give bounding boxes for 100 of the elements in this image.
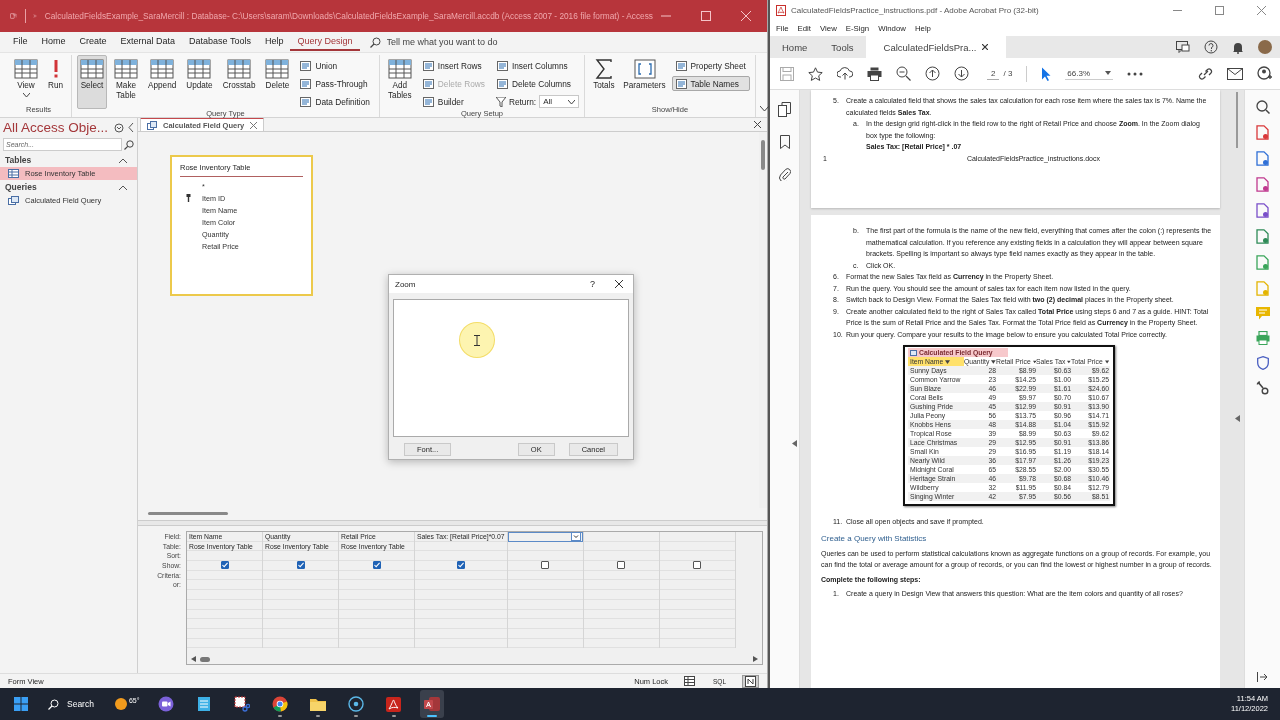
document-icon[interactable]	[1256, 125, 1269, 140]
ribbon-tab[interactable]: Database Tools	[182, 33, 258, 51]
show-checkbox[interactable]	[296, 561, 305, 570]
database-icon	[423, 696, 440, 712]
pages-icon[interactable]	[778, 102, 791, 117]
ribbon-button[interactable]: Select	[77, 55, 108, 109]
ribbon-tab[interactable]: Create	[72, 33, 114, 51]
shield-icon[interactable]	[1256, 356, 1269, 370]
scroll-thumb[interactable]	[200, 656, 210, 662]
ribbon-button[interactable]: Run	[45, 55, 67, 105]
star-icon[interactable]	[808, 66, 823, 81]
upload-icon[interactable]	[837, 67, 853, 80]
view-button[interactable]	[742, 674, 759, 688]
ribbon-tab[interactable]: Help	[257, 33, 291, 51]
arrow-right-icon[interactable]	[753, 656, 758, 662]
comment-icon[interactable]	[1176, 40, 1190, 54]
ribbon-button[interactable]: Update	[183, 55, 216, 109]
avatar[interactable]	[1258, 40, 1272, 54]
return-dropdown[interactable]: All	[539, 95, 580, 108]
arrow-up-icon[interactable]	[925, 66, 940, 81]
taskbar-app[interactable]	[419, 690, 444, 718]
show-checkbox[interactable]	[372, 561, 381, 570]
close-icon[interactable]	[754, 121, 761, 128]
wrench-icon[interactable]	[1256, 381, 1269, 395]
document-icon[interactable]	[1256, 177, 1269, 192]
expand-icon[interactable]	[792, 440, 797, 447]
dropdown-icon[interactable]	[570, 532, 581, 541]
chevron-icon[interactable]	[128, 123, 134, 132]
ribbon-button[interactable]: View	[11, 55, 41, 105]
show-checkbox[interactable]	[693, 561, 702, 570]
close-icon[interactable]	[982, 44, 989, 50]
app-tab[interactable]: Tools	[819, 36, 866, 58]
ribbon-button[interactable]: Pass-Through	[296, 76, 374, 91]
window-title: CalculatedFieldsExample_SaraMercill : Database- C:\Users\saram\Downloads\CalculatedFieldsExample_SaraMercill.accdb (Access 2007 - 2016 file format) - Access	[44, 11, 653, 21]
ribbon-button[interactable]: Delete	[262, 55, 293, 109]
group-header[interactable]: Tables	[5, 155, 32, 165]
document-icon[interactable]	[1256, 203, 1269, 218]
pointer-icon[interactable]	[1041, 66, 1052, 81]
ribbon-button[interactable]: Builder	[418, 94, 489, 109]
zoom-out-icon[interactable]	[896, 66, 911, 81]
document-icon[interactable]	[1256, 151, 1269, 166]
close-icon[interactable]	[615, 280, 623, 288]
section-heading: Create a Query with Statistics	[821, 532, 928, 544]
help-icon[interactable]	[1204, 40, 1218, 54]
link-icon[interactable]	[1198, 66, 1213, 81]
app-tab[interactable]: CalculatedFieldsPra...	[865, 36, 1007, 58]
view-button[interactable]	[682, 674, 697, 688]
page-number-field[interactable]: 2	[987, 67, 1000, 80]
bell-icon[interactable]	[1232, 40, 1244, 54]
user-add-icon[interactable]	[1257, 66, 1272, 81]
ribbon-tab[interactable]: External Data	[113, 33, 183, 51]
zoom-dropdown[interactable]: 66.3%	[1065, 67, 1114, 80]
start-icon[interactable]	[14, 697, 28, 711]
maximize-icon[interactable]	[701, 11, 711, 21]
expand-icon[interactable]	[1257, 672, 1268, 682]
collapse-icon[interactable]	[759, 106, 769, 111]
ribbon-button[interactable]: Totals	[590, 55, 618, 105]
ribbon-button[interactable]: Property Sheet	[671, 58, 750, 73]
document-icon[interactable]	[1256, 255, 1269, 270]
tell-me-field[interactable]: Tell me what you want to do	[369, 36, 570, 48]
help-button[interactable]: ?	[590, 279, 595, 289]
scrollbar[interactable]	[1236, 92, 1238, 148]
app-tab[interactable]: Home	[770, 36, 820, 58]
search-icon[interactable]	[1255, 100, 1270, 114]
paperclip-icon[interactable]	[778, 167, 791, 181]
search-icon	[48, 698, 59, 710]
ribbon-button[interactable]: Append	[145, 55, 180, 109]
dropdown-icon[interactable]	[114, 122, 124, 133]
show-checkbox[interactable]	[456, 561, 465, 570]
search-button[interactable]: Search	[42, 694, 100, 714]
arrow-down-icon[interactable]	[954, 66, 969, 81]
ribbon-button[interactable]: Delete Columns	[492, 76, 580, 91]
bookmark-icon[interactable]	[779, 135, 790, 149]
ribbon-tab[interactable]: File	[6, 33, 35, 51]
mail-icon[interactable]	[1227, 67, 1243, 80]
group-header[interactable]: Queries	[5, 182, 37, 192]
ribbon-button[interactable]: Make Table	[111, 55, 142, 109]
ribbon-button[interactable]: Parameters	[621, 55, 668, 105]
ribbon-button[interactable]: Insert Columns	[492, 58, 580, 73]
sigma-icon	[594, 59, 613, 79]
collapse-icon[interactable]	[1234, 414, 1240, 422]
show-checkbox[interactable]	[617, 561, 626, 570]
ribbon-button[interactable]: Table Names	[671, 76, 750, 91]
collapse-icon[interactable]	[119, 184, 127, 190]
ribbon-button[interactable]: Crosstab	[219, 55, 259, 109]
show-checkbox[interactable]	[220, 561, 229, 570]
show-checkbox[interactable]	[541, 561, 550, 570]
collapse-icon[interactable]	[119, 157, 127, 163]
ribbon-tab[interactable]: Home	[34, 33, 73, 51]
text-cursor-icon	[474, 335, 480, 346]
ribbon-button[interactable]: Add Tables	[384, 55, 415, 109]
ribbon-button[interactable]: Insert Rows	[418, 58, 489, 73]
ribbon-button[interactable]: Union	[296, 58, 374, 73]
printer-icon[interactable]	[1255, 331, 1270, 345]
document-icon[interactable]	[1256, 229, 1269, 244]
ribbon-button[interactable]: Data Definition	[296, 94, 374, 109]
more-icon[interactable]	[1127, 71, 1144, 76]
maximize-icon[interactable]	[1215, 5, 1224, 15]
print-icon[interactable]	[867, 66, 882, 81]
arrow-left-icon[interactable]	[191, 656, 196, 662]
